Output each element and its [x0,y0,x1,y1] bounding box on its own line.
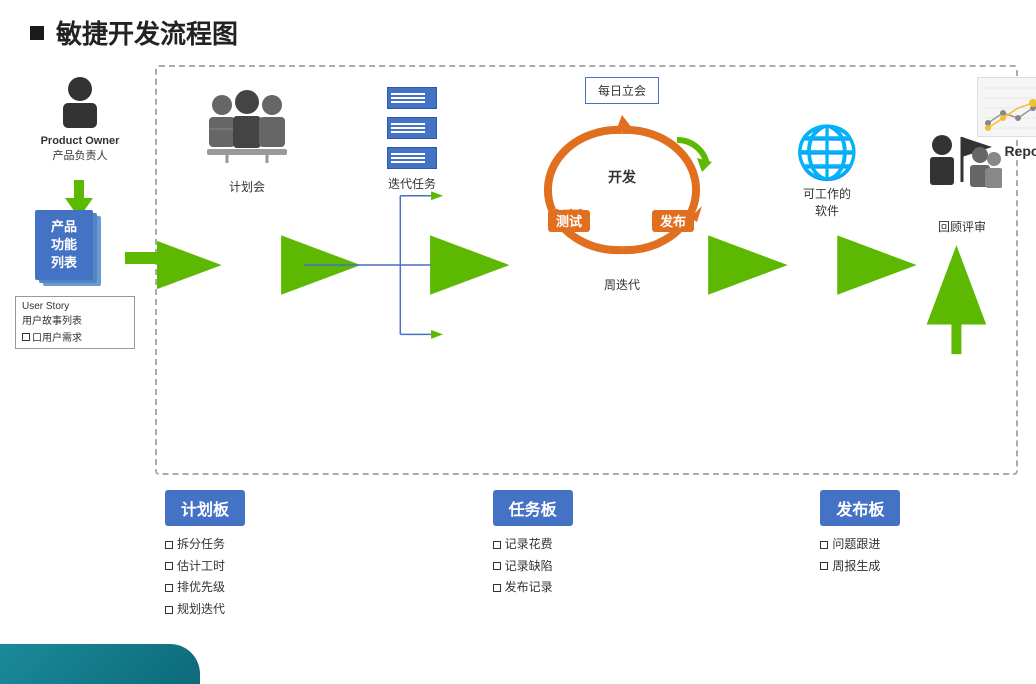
req-label: 口用户需求 [32,329,82,344]
iteration-section: 迭代任务 [347,87,477,192]
task-item-text-2: 记录缺陷 [505,556,553,578]
release-item-text-1: 问题跟进 [832,534,880,556]
list-icon-3 [387,147,437,169]
list-icon-2 [387,117,437,139]
plan-item-text-3: 排优先级 [177,577,225,599]
title-text: 敏捷开发流程图 [56,14,238,51]
userstory-req: 口用户需求 [22,329,128,344]
globe-label: 可工作的 软件 [777,185,877,219]
meeting-label: 计划会 [187,178,307,195]
plan-item-text-4: 规划迭代 [177,599,225,621]
task-checkbox-1 [493,541,501,549]
report-label: Report [977,143,1036,159]
plan-item-1: 拆分任务 [165,534,353,556]
title-square [30,26,44,40]
release-checkbox-2 [820,562,828,570]
report-section: Report [977,77,1036,159]
svg-text:测试: 测试 [556,214,582,229]
page-title: 敏捷开发流程图 [30,14,238,51]
task-checkbox-2 [493,562,501,570]
task-board: 任务板 记录花费 记录缺陷 发布记录 [483,490,691,669]
globe-icon: 🌐 [777,127,877,179]
globe-section: 🌐 可工作的 软件 [777,127,877,219]
plan-checkbox-4 [165,606,173,614]
person-label-cn: 产品负责人 [20,147,140,163]
release-board-title: 发布板 [820,490,900,526]
report-chart [977,77,1036,137]
plan-board-title: 计划板 [165,490,245,526]
plan-checkbox-3 [165,584,173,592]
meeting-icon [197,87,297,167]
sprint-section: 每日立会 开发 测试 测试 [497,77,747,293]
release-item-text-2: 周报生成 [832,556,880,578]
list-stack [347,87,477,169]
task-item-2: 记录缺陷 [493,556,681,578]
iteration-label: 迭代任务 [347,175,477,192]
release-item-1: 问题跟进 [820,534,1008,556]
task-item-3: 发布记录 [493,577,681,599]
review-label: 回顾评审 [907,218,1017,235]
arrow-stem [74,180,84,198]
plan-item-4: 规划迭代 [165,599,353,621]
main-flow-container: 计划会 [155,65,1018,475]
report-chart-svg [978,78,1036,137]
arrow-head [157,246,175,270]
userstory-en: User Story [22,301,128,312]
main-arrow-right [125,246,175,270]
task-board-items: 记录花费 记录缺陷 发布记录 [493,534,681,599]
cycle-diagram: 开发 测试 测试 发布 [522,110,722,270]
meeting-section: 计划会 [187,87,307,195]
person-icon-svg [55,75,105,130]
task-board-title: 任务板 [493,490,573,526]
person-block: Product Owner 产品负责人 [20,75,140,163]
product-box-stack: 产品功能列表 [35,210,93,280]
plan-item-3: 排优先级 [165,577,353,599]
person-label-en: Product Owner [20,135,140,147]
task-checkbox-3 [493,584,501,592]
plan-item-2: 估计工时 [165,556,353,578]
boards-area: 计划板 拆分任务 估计工时 排优先级 规划迭代 任务板 [155,490,1018,669]
svg-text:发布: 发布 [659,214,686,229]
req-checkbox [22,333,30,341]
plan-checkbox-1 [165,541,173,549]
task-item-text-3: 发布记录 [505,577,553,599]
sprint-label: 周迭代 [497,276,747,293]
release-board-items: 问题跟进 周报生成 [820,534,1008,577]
left-area: Product Owner 产品负责人 产品功能列表 User Story 用户… [10,65,160,475]
standup-box: 每日立会 [585,77,659,104]
product-box-text: 产品功能列表 [51,218,77,273]
release-checkbox-1 [820,541,828,549]
plan-item-text-2: 估计工时 [177,556,225,578]
bottom-decoration [0,644,200,684]
userstory-cn: 用户故事列表 [22,312,128,327]
plan-board-items: 拆分任务 估计工时 排优先级 规划迭代 [165,534,353,620]
plan-item-text-1: 拆分任务 [177,534,225,556]
arrow-bar [125,252,157,264]
list-icon-1 [387,87,437,109]
task-item-text-1: 记录花费 [505,534,553,556]
task-item-1: 记录花费 [493,534,681,556]
plan-checkbox-2 [165,562,173,570]
release-item-2: 周报生成 [820,556,1008,578]
svg-text:开发: 开发 [608,169,637,185]
standup-label: 每日立会 [598,84,646,98]
userstory-box: User Story 用户故事列表 口用户需求 [15,296,135,349]
cycle-svg: 开发 测试 测试 发布 [522,110,722,270]
release-board: 发布板 问题跟进 周报生成 [810,490,1018,669]
plan-board: 计划板 拆分任务 估计工时 排优先级 规划迭代 [155,490,363,669]
product-box-front: 产品功能列表 [35,210,93,280]
